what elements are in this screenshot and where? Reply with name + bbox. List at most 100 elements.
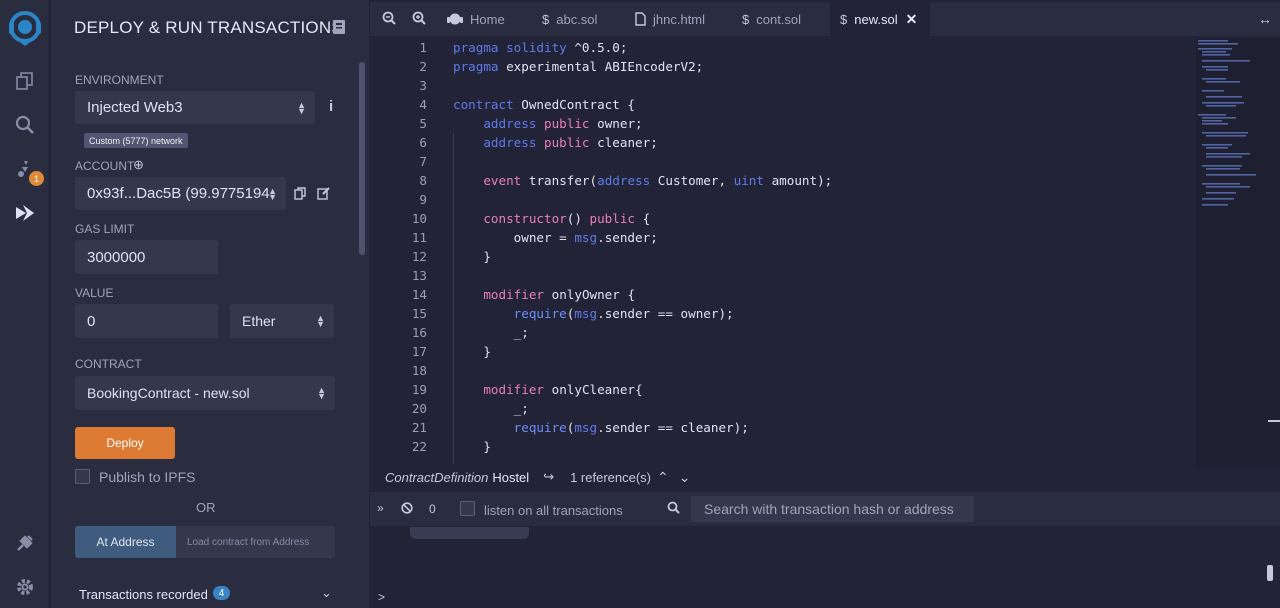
value-input[interactable]: 0: [75, 304, 218, 338]
line-number: 13: [411, 268, 427, 283]
line-number: 21: [411, 420, 427, 435]
search-icon: [667, 501, 680, 514]
deploy-run-panel: DEPLOY & RUN TRANSACTIONS ENVIRONMENT In…: [51, 0, 369, 608]
environment-select[interactable]: Injected Web3 ▲ ▼: [75, 91, 315, 124]
environment-info-icon[interactable]: i: [329, 98, 333, 115]
transactions-recorded-label[interactable]: Transactions recorded: [79, 587, 208, 602]
transaction-search-input[interactable]: Search with transaction hash or address: [691, 496, 974, 522]
settings-gear-icon[interactable]: [0, 569, 50, 605]
code-minimap[interactable]: [1196, 38, 1270, 210]
tab-home[interactable]: Home: [447, 2, 527, 36]
solidity-compiler-icon[interactable]: 1: [0, 151, 50, 187]
contract-select[interactable]: BookingContract - new.sol ▲ ▼: [75, 376, 335, 410]
line-number: 15: [411, 306, 427, 321]
close-tab-icon[interactable]: ✕: [906, 11, 918, 28]
tab-abc-sol-label: abc.sol: [556, 11, 598, 27]
code-line: 3: [370, 78, 1196, 97]
code-line: 17 }: [370, 344, 1196, 363]
editor-scroll-marker[interactable]: [1268, 420, 1280, 422]
publish-ipfs-label: Publish to IPFS: [99, 469, 196, 485]
home-icon: [447, 13, 463, 25]
line-number: 6: [419, 135, 427, 150]
code-line: 5 address public owner;: [370, 116, 1196, 135]
line-number: 9: [419, 192, 427, 207]
account-select[interactable]: 0x93f...Dac5B (99.9775194 ▲ ▼: [75, 177, 286, 210]
panel-scrollbar[interactable]: [359, 62, 365, 255]
at-address-button[interactable]: At Address: [75, 526, 176, 558]
documentation-book-icon[interactable]: [332, 19, 346, 35]
code-text: pragma experimental ABIEncoderV2;: [453, 59, 704, 74]
code-line: 1 pragma solidity ^0.5.0;: [370, 40, 1196, 59]
code-line: 8 event transfer(address Customer, uint …: [370, 173, 1196, 192]
listen-all-checkbox[interactable]: [460, 501, 475, 516]
code-text: owner = msg.sender;: [513, 230, 658, 245]
plugin-manager-icon[interactable]: [0, 525, 50, 561]
code-text: _;: [513, 325, 529, 340]
add-account-icon[interactable]: ⊕: [133, 157, 144, 173]
line-number: 19: [411, 382, 427, 397]
reference-count: 1 reference(s): [570, 469, 652, 485]
line-number: 2: [419, 59, 427, 74]
solidity-icon: $: [542, 11, 550, 27]
collapse-terminal-icon[interactable]: »: [377, 501, 384, 515]
contract-value: BookingContract - new.sol: [87, 385, 250, 401]
account-value: 0x93f...Dac5B (99.9775194: [87, 185, 270, 202]
line-number: 4: [419, 97, 427, 112]
clear-console-icon[interactable]: [401, 502, 413, 514]
terminal-scrollbar-vertical[interactable]: [1267, 565, 1273, 581]
terminal-bar: » 0 listen on all transactions Search wi…: [370, 492, 1280, 526]
tab-cont-sol[interactable]: $ cont.sol: [742, 2, 832, 36]
tab-new-sol-label: new.sol: [854, 11, 898, 27]
editor-area: Home $ abc.sol jhnc.html $ cont.sol $ ne…: [370, 0, 1280, 608]
panel-title: DEPLOY & RUN TRANSACTIONS: [74, 18, 343, 37]
code-text: require(msg.sender == owner);: [513, 306, 734, 321]
remix-logo-icon[interactable]: [0, 10, 50, 48]
goto-definition-icon[interactable]: ↪: [543, 469, 554, 485]
code-line: 22 }: [370, 439, 1196, 458]
at-address-input[interactable]: Load contract from Address: [176, 526, 335, 558]
line-number: 1: [419, 40, 427, 55]
chevron-down-icon[interactable]: ⌄: [679, 469, 691, 486]
icon-rail: 1: [0, 0, 50, 608]
terminal-scrollbar-horizontal[interactable]: [410, 527, 529, 539]
tab-bar: Home $ abc.sol jhnc.html $ cont.sol $ ne…: [370, 2, 1280, 36]
line-number: 14: [411, 287, 427, 302]
line-number: 8: [419, 173, 427, 188]
code-text: _;: [513, 401, 529, 416]
code-line: 10 constructor() public {: [370, 211, 1196, 230]
value-label: VALUE: [75, 286, 114, 300]
gas-limit-input[interactable]: 3000000: [75, 240, 218, 274]
environment-value: Injected Web3: [87, 99, 183, 116]
chevron-up-icon[interactable]: ⌃: [657, 469, 669, 486]
deploy-button[interactable]: Deploy: [75, 427, 175, 459]
code-line: 18: [370, 363, 1196, 382]
code-text: pragma solidity ^0.5.0;: [453, 40, 628, 55]
code-line: 11 owner = msg.sender;: [370, 230, 1196, 249]
expand-arrows-icon[interactable]: ↔: [1258, 11, 1272, 27]
tab-jhnc-html[interactable]: jhnc.html: [635, 2, 725, 36]
value-unit-select[interactable]: Ether ▲ ▼: [230, 304, 334, 338]
unit-caret-icon: ▲ ▼: [316, 313, 325, 329]
search-icon[interactable]: [0, 107, 50, 143]
tab-new-sol[interactable]: $ new.sol ✕: [830, 2, 930, 36]
transactions-count-badge: 4: [213, 586, 230, 600]
code-line: 14 modifier onlyOwner {: [370, 287, 1196, 306]
reference-kind: ContractDefinition: [385, 469, 489, 485]
line-number: 10: [411, 211, 427, 226]
or-separator: OR: [196, 500, 216, 515]
code-line: 7: [370, 154, 1196, 173]
line-number: 20: [411, 401, 427, 416]
tab-abc-sol[interactable]: $ abc.sol: [542, 2, 622, 36]
publish-ipfs-checkbox[interactable]: [75, 469, 90, 484]
tab-jhnc-html-label: jhnc.html: [653, 11, 706, 27]
zoom-in-icon[interactable]: [412, 11, 426, 25]
deploy-run-icon[interactable]: [0, 195, 50, 231]
tab-home-label: Home: [470, 11, 505, 27]
code-editor[interactable]: 1 pragma solidity ^0.5.0; 2 pragma experime…: [370, 38, 1196, 468]
line-number: 3: [419, 78, 427, 93]
file-explorer-icon[interactable]: [0, 63, 50, 99]
copy-icon[interactable]: [294, 187, 306, 200]
chevron-down-icon[interactable]: ⌄: [321, 585, 332, 601]
edit-icon[interactable]: [317, 186, 331, 200]
zoom-out-icon[interactable]: [382, 11, 396, 25]
